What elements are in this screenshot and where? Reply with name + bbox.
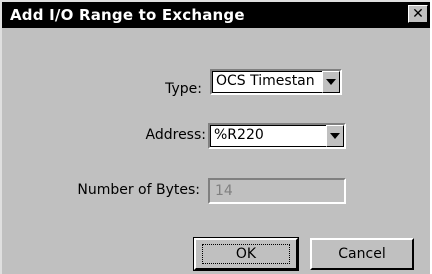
focus-ring — [202, 244, 290, 264]
type-dropdown-button[interactable] — [322, 71, 340, 93]
address-select[interactable]: %R220 — [208, 123, 346, 149]
address-dropdown-button[interactable] — [326, 125, 344, 147]
type-select-value: OCS Timestan — [216, 73, 315, 89]
bytes-field-value: 14 — [215, 183, 233, 199]
dialog-title: Add I/O Range to Exchange — [10, 6, 245, 24]
close-button[interactable]: ✕ — [408, 5, 428, 23]
add-io-range-dialog: Add I/O Range to Exchange ✕ Type: OCS Ti… — [0, 0, 430, 274]
cancel-button[interactable]: Cancel — [310, 238, 414, 270]
chevron-down-icon — [326, 79, 336, 85]
address-select-value: %R220 — [214, 127, 264, 143]
type-select[interactable]: OCS Timestan — [210, 69, 342, 95]
ok-button[interactable]: OK — [193, 237, 299, 271]
chevron-down-icon — [330, 133, 340, 139]
close-icon: ✕ — [412, 6, 424, 22]
title-bar: Add I/O Range to Exchange ✕ — [2, 2, 430, 28]
bytes-field: 14 — [208, 178, 346, 204]
address-label: Address: — [145, 127, 206, 143]
type-label: Type: — [165, 81, 202, 97]
bytes-label: Number of Bytes: — [77, 182, 200, 198]
cancel-button-label: Cancel — [338, 246, 386, 262]
